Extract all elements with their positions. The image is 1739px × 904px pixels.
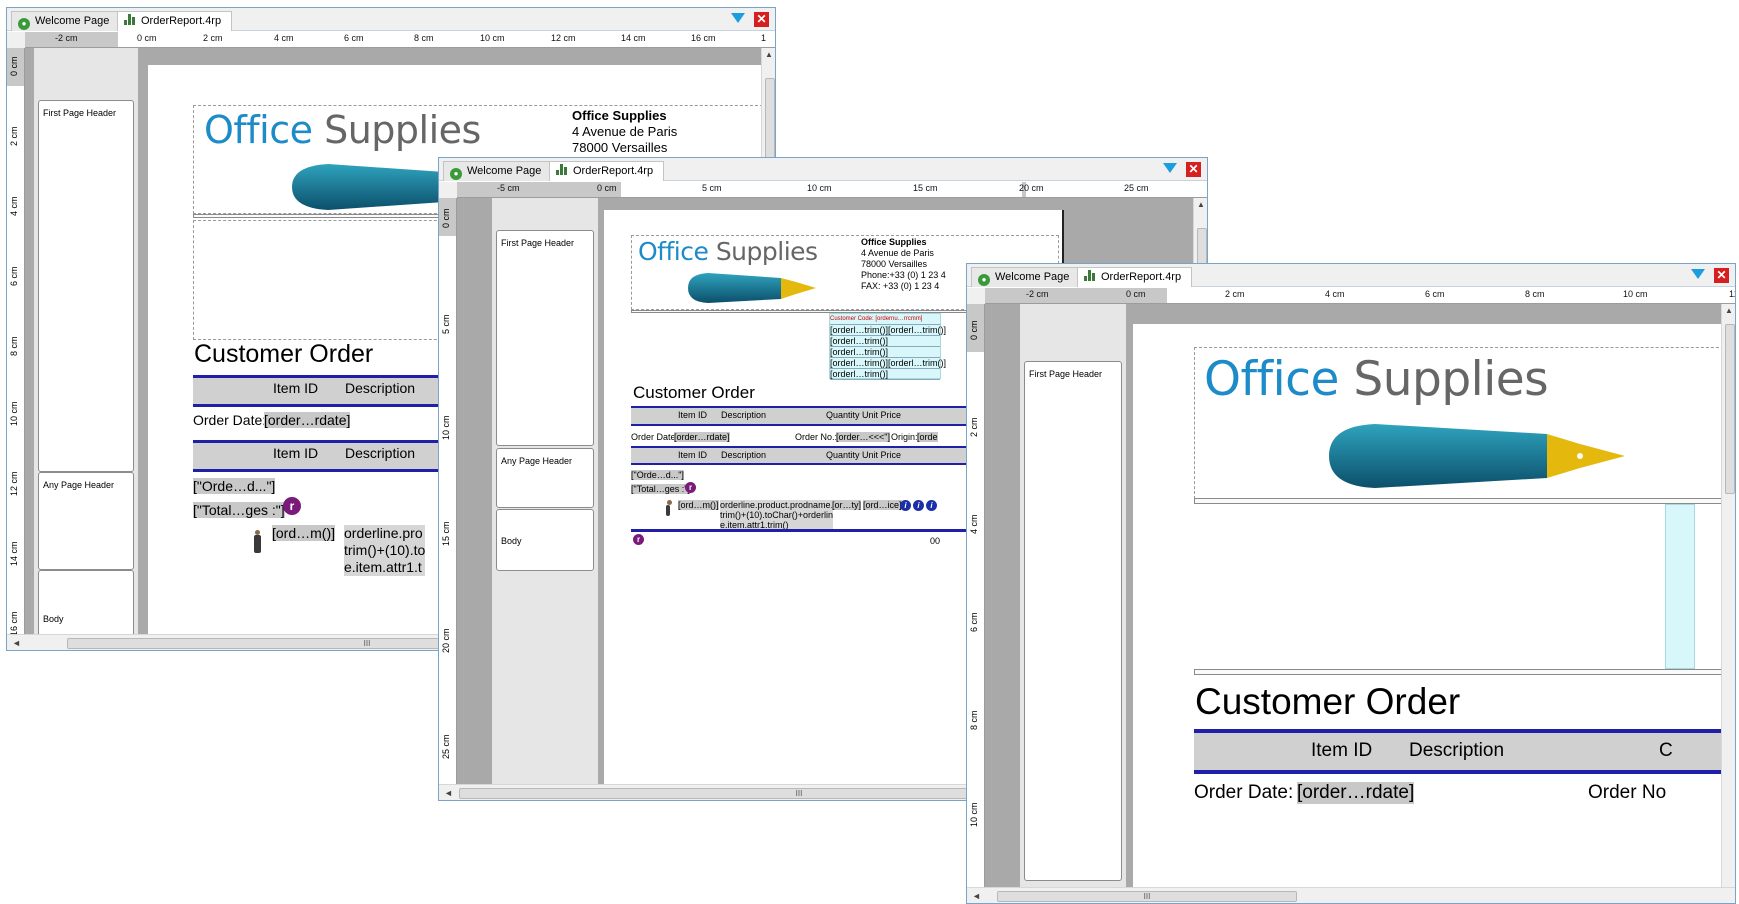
customer-info-block[interactable] — [1665, 504, 1695, 669]
welcome-icon: ● — [978, 274, 990, 286]
order-date-field[interactable]: [order…rdate] — [264, 412, 351, 428]
vertical-ruler: 0 cm 5 cm 10 cm 15 cm 20 cm 25 cm — [439, 198, 457, 784]
ruler-corner — [439, 182, 457, 198]
horizontal-ruler: -5 cm 0 cm 5 cm 10 cm 15 cm 20 cm 25 cm — [457, 182, 1207, 198]
close-icon[interactable]: ✕ — [1186, 162, 1201, 177]
report-window-front: ● Welcome Page OrderReport.4rp ✕ -2 cm 0 … — [966, 263, 1736, 904]
band-any-page-header[interactable]: Any Page Header — [38, 472, 134, 570]
total-pages-field[interactable]: ["Total…ges :"] — [631, 484, 690, 494]
person-icon — [666, 500, 672, 516]
info-icon[interactable]: i — [913, 500, 924, 511]
report-title: Customer Order — [633, 383, 755, 402]
item-id-header: Item ID — [1311, 740, 1373, 761]
info-icon[interactable]: i — [900, 500, 911, 511]
band-column: First Page Header Any Page Header Body — [492, 198, 598, 784]
close-icon[interactable]: ✕ — [754, 12, 769, 27]
band-any-page-header[interactable]: Any Page Header — [496, 448, 594, 508]
order-no-field[interactable]: [order…<<<"] — [836, 432, 890, 442]
item-id-field[interactable]: [ord…m()] — [272, 525, 335, 541]
tab-welcome-page[interactable]: ● Welcome Page — [11, 11, 121, 31]
order-count-field[interactable]: ["Orde…d..."] — [193, 478, 276, 494]
fountain-pen-icon — [688, 273, 816, 303]
order-date-label: Order Date: — [1194, 782, 1294, 803]
company-logo: Office Supplies — [1204, 352, 1549, 407]
vertical-ruler: 0 cm 2 cm 4 cm 6 cm 8 cm 10 cm — [967, 304, 985, 887]
item-id-field[interactable]: [ord…m()] — [678, 500, 719, 510]
band-body[interactable]: Body — [496, 509, 594, 571]
rule-badge-icon[interactable]: r — [633, 534, 644, 545]
section-separator — [1194, 498, 1721, 504]
welcome-icon: ● — [450, 168, 462, 180]
close-icon[interactable]: ✕ — [1714, 268, 1729, 283]
ruler-corner — [7, 32, 25, 48]
horizontal-ruler: -2 cm 0 cm 2 cm 4 cm 6 cm 8 cm 10 cm 12 … — [25, 32, 775, 48]
description-header: Description — [345, 380, 416, 396]
person-icon — [254, 530, 261, 553]
dropdown-triangle-icon[interactable] — [1163, 163, 1177, 173]
vertical-scrollbar[interactable]: ▲ — [1721, 304, 1735, 887]
horizontal-scrollbar[interactable]: ◄ III — [967, 887, 1735, 903]
tab-order-report[interactable]: OrderReport.4rp — [549, 161, 665, 181]
band-first-page-header[interactable]: First Page Header — [38, 100, 134, 472]
tab-bar: ● Welcome Page OrderReport.4rp ✕ — [967, 264, 1735, 287]
description-field[interactable]: orderline.product.prodname. trim()+(10).t… — [720, 500, 834, 530]
report-page: Office Supplies Customer Order Item ID D… — [1133, 324, 1721, 887]
welcome-icon: ● — [18, 18, 30, 30]
tab-bar: ● Welcome Page OrderReport.4rp ✕ — [7, 8, 775, 31]
customer-info-block[interactable]: Customer Code: [ordernu…rrcmm] [orderl…t… — [829, 313, 946, 380]
ruler-corner — [967, 288, 985, 304]
company-logo: Office Supplies — [638, 237, 818, 266]
band-first-page-header[interactable]: First Page Header — [496, 230, 594, 446]
description-field[interactable]: orderline.pro trim()+(10).to e.item.attr1.… — [344, 525, 426, 576]
description-header: Description — [345, 445, 416, 461]
company-address: Office Supplies 4 Avenue de Paris 78000 Ve… — [572, 108, 678, 155]
order-date-label: Order Date: — [193, 412, 267, 428]
column-header-bar: Item ID Description C — [1194, 729, 1721, 774]
horizontal-ruler: -2 cm 0 cm 2 cm 4 cm 6 cm 8 cm 10 cm 12 — [985, 288, 1735, 304]
vertical-ruler: 0 cm 2 cm 4 cm 6 cm 8 cm 10 cm 12 cm 14 … — [7, 48, 25, 636]
rule-badge-icon[interactable]: r — [685, 482, 696, 493]
section-separator — [1194, 669, 1721, 675]
price-field[interactable]: [ord…ice] — [863, 500, 902, 510]
tab-welcome-page[interactable]: ● Welcome Page — [443, 161, 553, 181]
band-body[interactable]: Body — [38, 570, 134, 634]
origin-field[interactable]: [orde — [917, 432, 938, 442]
report-icon — [1084, 270, 1096, 281]
dropdown-triangle-icon[interactable] — [1691, 269, 1705, 279]
report-icon — [556, 164, 568, 175]
dropdown-triangle-icon[interactable] — [731, 13, 745, 23]
band-first-page-header[interactable]: First Page Header — [1024, 361, 1122, 881]
item-id-header: Item ID — [273, 445, 319, 461]
item-id-header: Item ID — [273, 380, 319, 396]
order-date-field[interactable]: [order…rdate] — [1297, 782, 1415, 804]
company-logo: Office Supplies — [204, 108, 481, 152]
rule-badge-icon[interactable]: r — [283, 497, 301, 515]
tab-bar: ● Welcome Page OrderReport.4rp ✕ — [439, 158, 1207, 181]
total-pages-field[interactable]: ["Total…ges :"] — [193, 502, 285, 518]
band-column: First Page Header Any Page Header Body — [34, 48, 138, 634]
company-address: Office Supplies 4 Avenue de Paris 78000 Ve… — [861, 237, 946, 291]
info-icon[interactable]: i — [926, 500, 937, 511]
tab-welcome-page[interactable]: ● Welcome Page — [971, 267, 1081, 287]
report-title: Customer Order — [194, 340, 374, 368]
order-no-label: Order No — [1588, 782, 1667, 803]
design-canvas[interactable]: First Page Header Office Supplies Custom… — [985, 304, 1721, 887]
report-icon — [124, 14, 136, 25]
report-title: Customer Order — [1195, 681, 1461, 722]
order-count-field[interactable]: ["Orde…d..."] — [631, 470, 684, 480]
tab-order-report[interactable]: OrderReport.4rp — [1077, 267, 1193, 287]
fountain-pen-icon — [1329, 424, 1625, 488]
order-date-field[interactable]: [order…rdate] — [674, 432, 730, 442]
description-header: Description — [1409, 740, 1505, 761]
tab-order-report[interactable]: OrderReport.4rp — [117, 11, 233, 31]
band-column: First Page Header — [1020, 304, 1126, 887]
quantity-field[interactable]: [or…ty] — [832, 500, 862, 510]
